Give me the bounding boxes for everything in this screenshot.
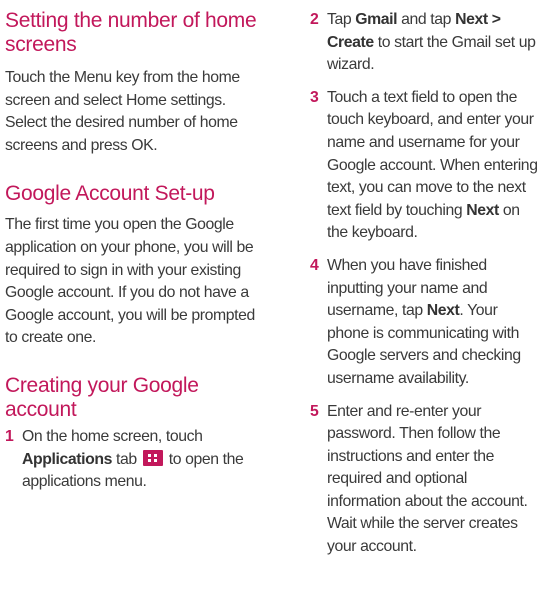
step-number: 2 [310, 11, 319, 28]
section-heading-home-screens: Setting the number of home screens [5, 9, 257, 56]
step-text: Tap [327, 11, 356, 28]
left-column: Setting the number of home screens Touch… [5, 0, 267, 494]
step-text: On the home screen, touch [22, 427, 203, 445]
applications-grid-icon [142, 449, 163, 466]
step-text: tab [112, 450, 141, 468]
step-3: 3 Touch a text field to open the touch k… [310, 87, 542, 245]
section-body-home-screens: Touch the Menu key from the home screen … [5, 69, 240, 154]
step-text: Touch a text field to open the touch key… [327, 88, 538, 219]
step-bold-text: Applications [22, 450, 112, 468]
section-body-google-account-setup: The first time you open the Google appli… [5, 216, 255, 347]
step-number: 3 [310, 88, 319, 106]
step-text: and tap [397, 11, 456, 28]
step-5: 5 Enter and re-enter your password. Then… [310, 401, 542, 559]
steps-list-right: 2 Tap Gmail and tap Next > Create to sta… [310, 9, 542, 559]
step-1: 1 On the home screen, touch Applications… [5, 426, 267, 494]
step-4: 4 When you have finished inputting your … [310, 255, 542, 391]
step-number: 1 [5, 427, 14, 445]
section-heading-creating-account: Creating your Google account [5, 373, 199, 421]
step-bold-text: Next [466, 201, 499, 219]
step-number: 4 [310, 256, 319, 274]
steps-list-left: 1 On the home screen, touch Applications… [5, 426, 267, 494]
step-number: 5 [310, 402, 319, 420]
section-heading-google-account-setup: Google Account Set-up [5, 182, 215, 206]
step-2: 2 Tap Gmail and tap Next > Create to sta… [310, 9, 542, 77]
right-column: 2 Tap Gmail and tap Next > Create to sta… [310, 0, 542, 569]
step-bold-text: Next [426, 302, 460, 320]
step-text: Enter and re-enter your password. Then f… [327, 402, 528, 556]
step-bold-text: Gmail [355, 11, 398, 28]
